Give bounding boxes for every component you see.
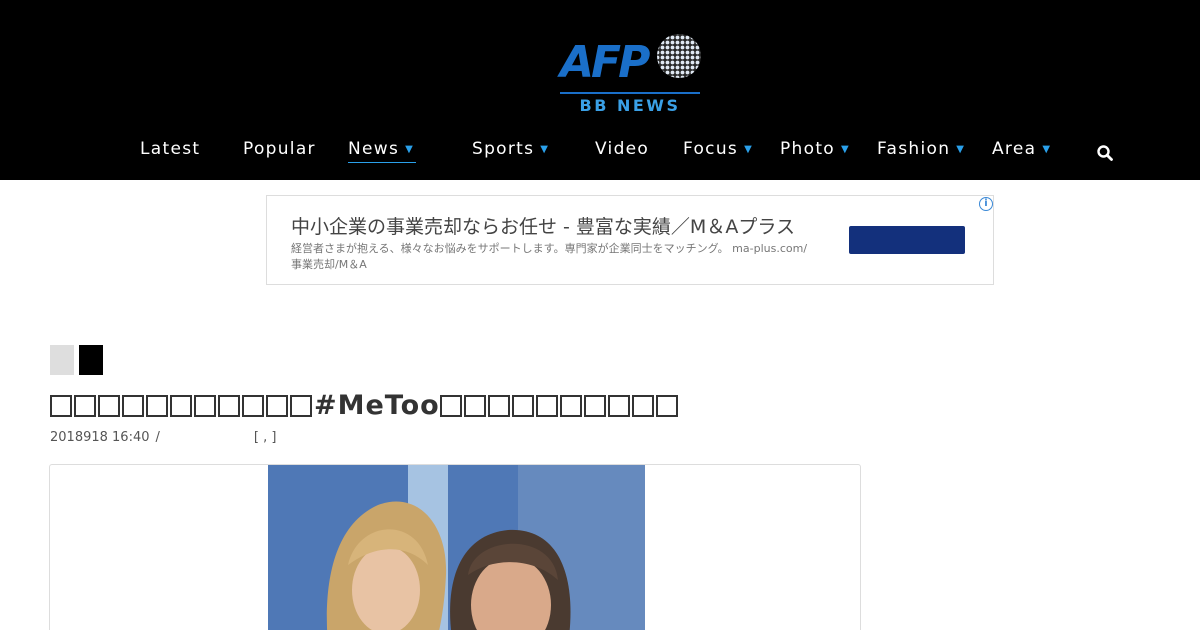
headline-hashtag: #MeToo — [314, 390, 440, 421]
nav-label: Fashion — [877, 139, 951, 159]
logo-underline — [560, 92, 700, 94]
nav-item-sports[interactable]: Sports ▼ — [472, 139, 549, 163]
chevron-down-icon: ▼ — [405, 144, 415, 155]
chevron-down-icon: ▼ — [1042, 144, 1052, 155]
missing-glyph-box — [146, 395, 168, 417]
logo-wordmark: AFP — [560, 37, 650, 88]
nav-item-latest[interactable]: Latest — [140, 139, 200, 163]
nav-item-area[interactable]: Area ▼ — [992, 139, 1051, 163]
nav-item-photo[interactable]: Photo ▼ — [780, 139, 850, 163]
missing-glyph-box — [583, 395, 606, 417]
missing-glyph-box — [290, 395, 312, 417]
ad-description: 経営者さまが抱える、様々なお悩みをサポートします。専門家が企業同士をマッチング。… — [291, 242, 808, 271]
missing-glyph-box — [50, 395, 72, 417]
missing-glyph-box — [535, 395, 558, 417]
missing-glyph-box — [74, 395, 96, 417]
logo-subtitle: BB NEWS — [579, 96, 681, 115]
nav-item-popular[interactable]: Popular — [243, 139, 316, 163]
missing-glyphs — [439, 390, 680, 421]
missing-glyph-box — [242, 395, 264, 417]
nav-label: News — [348, 139, 400, 159]
nav-label: Video — [595, 139, 650, 159]
missing-glyph-box — [98, 395, 120, 417]
missing-glyph-box — [607, 395, 630, 417]
chevron-down-icon: ▼ — [540, 144, 550, 155]
chevron-down-icon: ▼ — [841, 144, 850, 155]
missing-glyph-box — [439, 395, 462, 417]
missing-glyphs — [50, 390, 314, 421]
article-meta: 2018918 16:40 / [ , ] — [50, 430, 276, 445]
missing-glyph-box — [631, 395, 654, 417]
missing-glyph-box — [218, 395, 240, 417]
missing-glyph-box — [487, 395, 510, 417]
category-tag[interactable] — [79, 345, 103, 375]
article-credit: [ , ] — [253, 430, 277, 445]
nav-label: Photo — [780, 139, 835, 159]
site-header: AFP BB NEWS Latest Popular News ▼ Sports ▼… — [0, 0, 1200, 180]
missing-glyph-box — [122, 395, 144, 417]
nav-label: Sports — [472, 139, 535, 159]
chevron-down-icon: ▼ — [744, 144, 754, 155]
nav-label: Popular — [243, 139, 316, 159]
search-icon[interactable] — [1096, 144, 1114, 162]
afp-bb-news-logo[interactable]: AFP BB NEWS — [560, 30, 702, 118]
missing-glyph-box — [655, 395, 678, 417]
nav-item-video[interactable]: Video — [595, 139, 649, 163]
missing-glyph-box — [170, 395, 192, 417]
chevron-down-icon: ▼ — [956, 144, 966, 155]
ad-info-icon[interactable]: i — [979, 197, 993, 211]
meta-separator: / — [155, 430, 160, 445]
nav-label: Latest — [140, 139, 201, 159]
ad-cta-button[interactable] — [849, 226, 965, 254]
article-headline: #MeToo — [50, 390, 680, 421]
nav-item-fashion[interactable]: Fashion ▼ — [877, 139, 965, 163]
ad-banner[interactable]: 中小企業の事業売却ならお任せ - 豊富な実績／M＆Aプラス 経営者さまが抱える、… — [266, 195, 994, 285]
missing-glyph-box — [266, 395, 288, 417]
missing-glyph-box — [463, 395, 486, 417]
article-date: 2018918 16:40 — [50, 430, 150, 445]
article-photo-card — [49, 464, 861, 630]
nav-item-focus[interactable]: Focus ▼ — [683, 139, 753, 163]
missing-glyph-box — [559, 395, 582, 417]
missing-glyph-box — [511, 395, 534, 417]
nav-label: Area — [992, 139, 1037, 159]
missing-glyph-box — [194, 395, 216, 417]
ad-title[interactable]: 中小企業の事業売却ならお任せ - 豊富な実績／M＆Aプラス — [291, 212, 795, 239]
globe-icon — [657, 34, 701, 78]
article-photo[interactable] — [268, 465, 645, 630]
nav-item-news[interactable]: News ▼ — [348, 139, 417, 163]
category-tag[interactable] — [50, 345, 74, 375]
nav-label: Focus — [683, 139, 739, 159]
